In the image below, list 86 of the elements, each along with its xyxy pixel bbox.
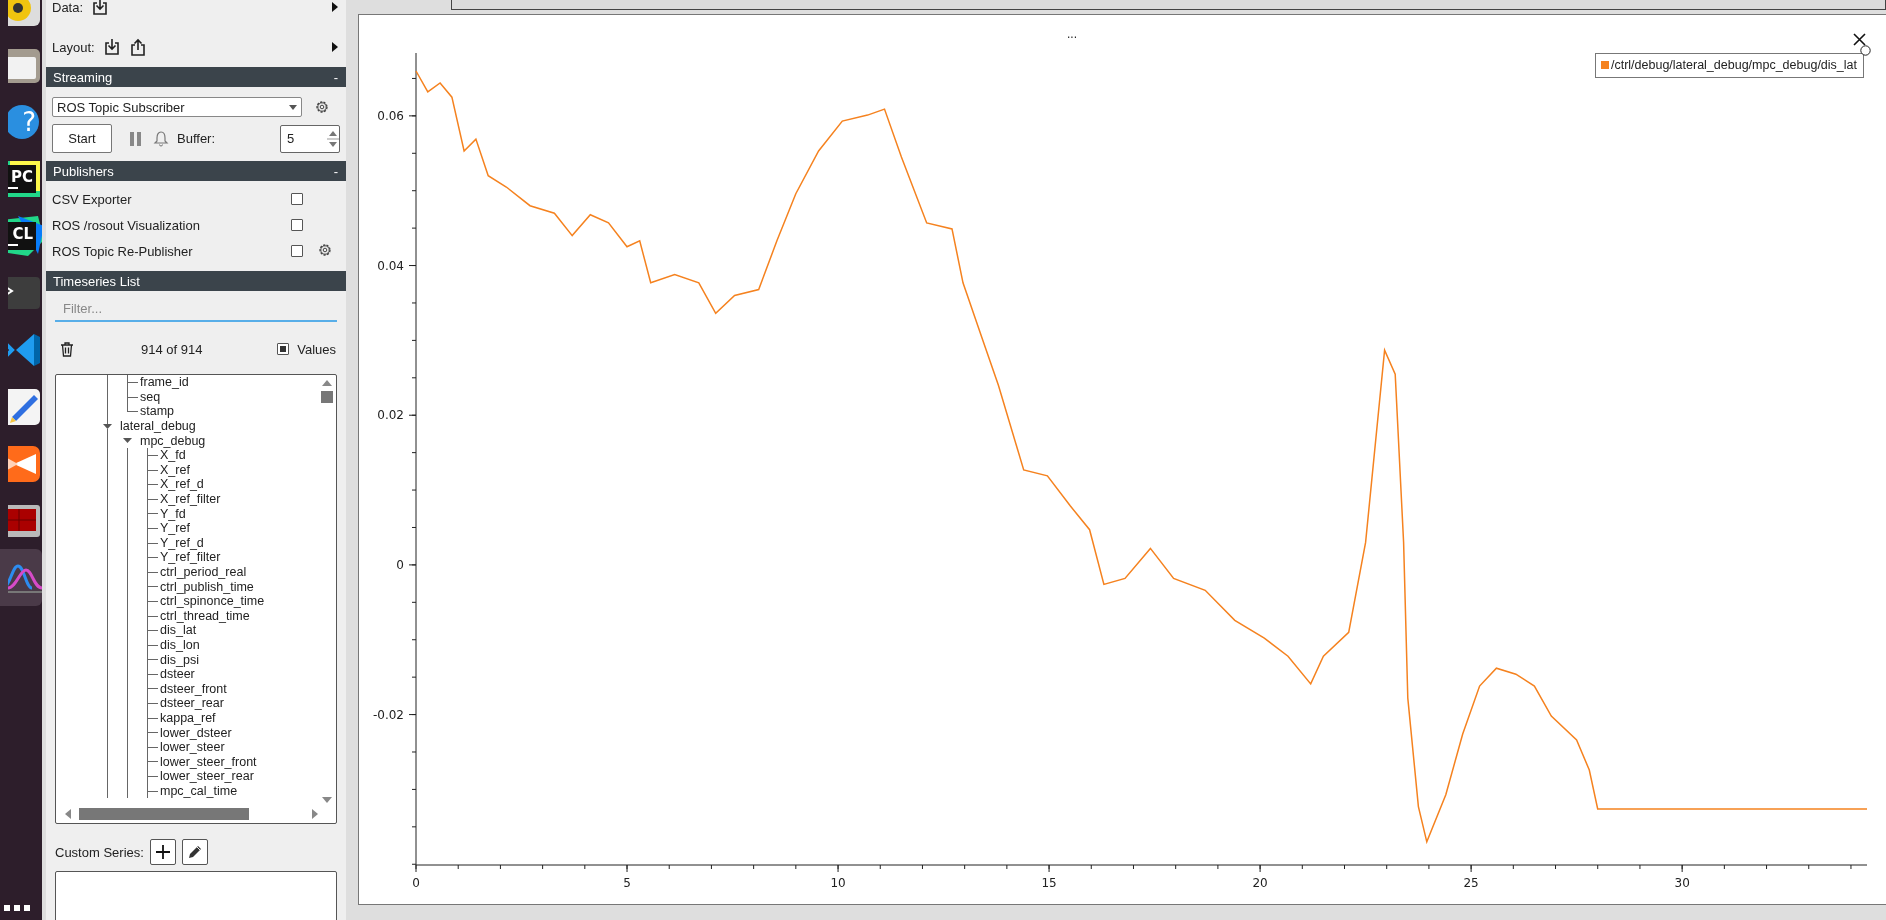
tree-item[interactable]: dis_lon [160,638,200,652]
tree-item[interactable]: stamp [140,404,175,419]
tree-item[interactable]: ctrl_period_real [160,565,247,579]
section-title: Timeseries List [53,273,140,289]
edit-button[interactable] [181,839,208,865]
section-header[interactable]: Streaming - [46,67,346,87]
tree-item[interactable]: Y_ref_filter [160,550,221,565]
tick-label: 5 [623,876,631,890]
tree-item[interactable]: mpc_cal_time [160,783,238,798]
tick-label: 0.02 [377,408,404,423]
legend-label: /ctrl/debug/lateral_debug/mpc_debug/dis_lat [1611,58,1857,72]
close-icon[interactable] [1853,33,1866,46]
tree-item[interactable]: lateral_debug [120,419,196,434]
trash-icon[interactable] [59,340,75,358]
expand-arrow-icon[interactable] [103,423,112,429]
plot-title: ... [1067,27,1077,41]
publisher-name: CSV Exporter [52,191,133,207]
tree-item[interactable]: Y_fd [160,506,186,521]
tick-label: 20 [1252,876,1268,890]
expand-arrow-icon[interactable] [330,41,340,53]
tree-item[interactable]: dsteer_rear [160,696,224,711]
tick-label: -0.02 [372,707,404,722]
filter-field[interactable]: Filter... [55,297,337,322]
import-icon[interactable] [102,38,121,56]
tick-label: 0.06 [377,108,404,123]
section-header[interactable]: Timeseries List [46,271,346,291]
tree-item[interactable]: dis_psi [160,652,199,667]
tree-item[interactable]: dsteer_front [160,681,227,696]
settings-icon[interactable] [314,99,330,115]
buffer-spinbox[interactable]: 5 [280,124,340,153]
tree-item[interactable]: lower_steer_rear [160,769,254,784]
tree-item[interactable]: seq [140,389,161,404]
buffer-label: Buffer: [177,131,216,146]
bell-icon[interactable] [153,130,169,147]
tree-item[interactable]: lower_steer [160,740,225,755]
checkbox[interactable] [291,219,303,231]
values-label: Values [297,341,336,357]
tree-item[interactable]: dis_lat [160,623,197,638]
tick-label: 0.04 [377,258,404,273]
tree-item[interactable]: kappa_ref [160,710,216,725]
tick-label: 30 [1674,876,1690,890]
source-dropdown[interactable]: ROS Topic Subscriber [52,97,302,117]
data-label: Data: [52,0,84,15]
section-title: Streaming [53,69,113,85]
tree-item[interactable]: X_ref_d [160,477,204,492]
dropdown-value: ROS Topic Subscriber [57,99,185,115]
tree-item[interactable]: mpc_debug [140,433,206,448]
tree-item[interactable]: ctrl_publish_time [160,579,254,594]
export-icon[interactable] [128,38,147,56]
tree-item[interactable]: Y_ref_d [160,535,204,550]
series-count: 914 of 914 [141,341,204,357]
tick-label: 10 [830,876,846,890]
publisher-name: ROS /rosout Visualization [52,217,201,233]
tree-item[interactable]: lower_dsteer [160,725,232,740]
tree-item[interactable]: lower_steer_front [160,754,257,769]
tick-label: 0 [396,557,404,572]
section-header[interactable]: Publishers - [46,161,346,181]
pause-icon[interactable] [129,130,142,147]
collapse-toggle[interactable]: - [333,69,338,85]
resize-handle[interactable] [1860,45,1871,56]
checkbox[interactable] [291,193,303,205]
import-icon[interactable] [91,0,110,16]
layout-label: Layout: [52,39,95,55]
tree-item[interactable]: ctrl_spinonce_time [160,594,265,609]
values-checkbox[interactable] [277,343,290,355]
tree-item[interactable]: X_fd [160,448,186,463]
expand-arrow-icon[interactable] [123,438,132,444]
custom-series-label: Custom Series: [55,844,144,860]
tree-item[interactable]: X_ref_filter [160,492,221,507]
add-button[interactable] [149,839,176,865]
tree-item[interactable]: X_ref [160,462,190,477]
tick-label: 0 [412,876,420,890]
tree-item[interactable]: frame_id [140,375,189,390]
section-title: Publishers [53,163,114,179]
tree-item[interactable]: ctrl_thread_time [160,608,250,623]
checkbox[interactable] [291,245,303,257]
settings-icon[interactable] [317,241,333,258]
expand-arrow-icon[interactable] [330,1,340,13]
tick-label: 25 [1463,876,1479,890]
tree-item[interactable]: Y_ref [160,521,190,536]
start-button[interactable]: Start [52,124,112,153]
tick-label: 15 [1041,876,1057,890]
caret-icon [289,104,297,110]
collapse-toggle[interactable]: - [333,163,338,179]
publisher-name: ROS Topic Re-Publisher [52,243,194,259]
tree-item[interactable]: dsteer [160,667,195,682]
